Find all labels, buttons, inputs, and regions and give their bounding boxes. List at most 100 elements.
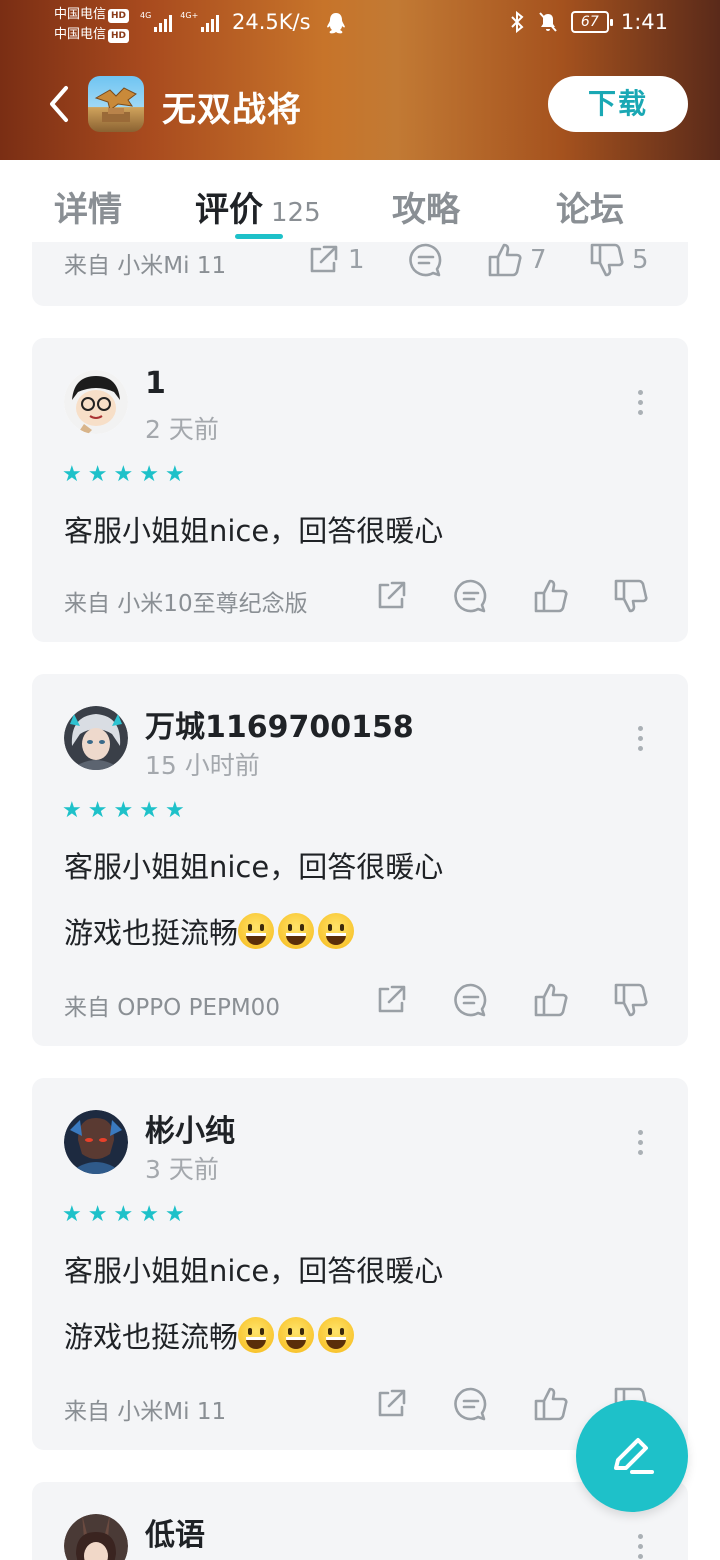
tab-details[interactable]: 详情 — [54, 182, 122, 231]
comment-button[interactable] — [407, 240, 445, 280]
write-review-button[interactable] — [576, 1400, 688, 1512]
qq-icon — [327, 13, 345, 34]
share-button[interactable] — [372, 576, 410, 616]
grinning-face-icon — [318, 1317, 355, 1353]
dislike-count: 5 — [632, 245, 649, 275]
thumbs-down-icon — [590, 243, 624, 277]
device-label: 来自 小米Mi 11 — [64, 1399, 227, 1425]
share-button[interactable]: 1 — [304, 240, 365, 280]
star-icon: ★ — [62, 462, 82, 487]
review-count: 125 — [271, 198, 321, 228]
thumbs-down-icon — [614, 983, 648, 1017]
back-arrow-icon[interactable] — [42, 82, 78, 126]
star-icon: ★ — [113, 1202, 134, 1227]
comment-button[interactable] — [452, 576, 490, 616]
network-type: 4G — [140, 11, 152, 20]
review-text: 游戏也挺流畅 — [64, 1320, 239, 1354]
more-options-icon[interactable] — [636, 390, 644, 416]
review-text: 客服小姐姐nice，回答很暖心 — [64, 850, 444, 884]
tab-reviews[interactable]: 评价 125 — [195, 182, 321, 231]
comment-icon — [454, 1387, 487, 1421]
review-actions: 1 7 5 — [310, 240, 662, 280]
thumbs-up-icon — [534, 1387, 568, 1421]
thumbs-down-icon — [614, 579, 648, 613]
avatar[interactable] — [64, 706, 128, 770]
star-icon: ★ — [113, 462, 134, 487]
signal-icon: 4G — [140, 11, 173, 32]
dislike-button[interactable] — [612, 576, 650, 616]
battery-icon: 67 — [570, 11, 613, 33]
star-icon: ★ — [139, 798, 159, 823]
review-actions — [372, 980, 662, 1020]
username[interactable]: 万城1169700158 — [145, 702, 414, 746]
star-icon: ★ — [164, 798, 185, 823]
tab-label: 评价 — [195, 190, 263, 230]
comment-icon — [454, 983, 487, 1017]
thumbs-up-icon — [488, 243, 522, 277]
like-count: 7 — [530, 245, 547, 275]
star-icon: ★ — [62, 1202, 82, 1227]
review-card: 彬小纯 3 天前 ★ ★ ★ ★ ★ 客服小姐姐nice，回答很暖心 游戏也挺流畅 来自… — [32, 1078, 688, 1450]
signal-icons: 4G 4G+ — [140, 11, 220, 32]
status-bar: 中国电信 HD 中国电信 HD 4G 4G+ 24.5K/s 67 1:41 — [0, 0, 720, 50]
tab-guides[interactable]: 攻略 — [392, 182, 460, 231]
star-icon: ★ — [164, 462, 185, 487]
avatar[interactable] — [64, 1110, 128, 1174]
share-icon — [310, 245, 338, 273]
share-icon — [378, 581, 406, 609]
comment-button[interactable] — [452, 1384, 490, 1424]
review-time: 3 天前 — [145, 1155, 219, 1184]
like-button[interactable] — [532, 980, 570, 1020]
comment-button[interactable] — [452, 980, 490, 1020]
status-right: 67 1:41 — [509, 10, 668, 34]
app-title: 无双战将 — [162, 90, 302, 130]
device-label: 来自 小米10至尊纪念版 — [64, 591, 308, 617]
pen-icon — [614, 1438, 654, 1474]
grinning-face-icon — [318, 913, 355, 949]
device-label: 来自 小米Mi 11 — [64, 253, 227, 279]
grinning-face-icon — [238, 913, 275, 949]
review-time: 15 小时前 — [145, 751, 260, 780]
review-text-line2: 游戏也挺流畅 — [64, 910, 358, 952]
like-button[interactable]: 7 — [486, 240, 547, 280]
dislike-button[interactable] — [612, 980, 650, 1020]
username[interactable]: 1 — [145, 366, 166, 401]
review-text-line2: 游戏也挺流畅 — [64, 1314, 358, 1356]
share-icon — [378, 985, 406, 1013]
more-options-icon[interactable] — [636, 726, 644, 752]
share-icon — [378, 1389, 406, 1417]
avatar[interactable] — [64, 1514, 128, 1560]
dragon-icon — [94, 87, 137, 122]
username[interactable]: 低语 — [145, 1510, 205, 1554]
tab-bar: 详情 评价 125 攻略 论坛 — [0, 160, 720, 242]
review-text: 客服小姐姐nice，回答很暖心 — [64, 1254, 444, 1288]
star-icon: ★ — [139, 1202, 159, 1227]
app-icon[interactable] — [88, 76, 144, 132]
grinning-face-icon — [278, 1317, 315, 1353]
share-button[interactable] — [372, 1384, 410, 1424]
dislike-button[interactable]: 5 — [588, 240, 649, 280]
thumbs-up-icon — [534, 983, 568, 1017]
tab-label: 详情 — [54, 190, 122, 230]
comment-icon — [454, 579, 487, 613]
hd-badge: HD — [108, 29, 130, 43]
tab-label: 论坛 — [556, 190, 624, 230]
more-options-icon[interactable] — [636, 1534, 644, 1560]
like-button[interactable] — [532, 576, 570, 616]
more-options-icon[interactable] — [636, 1130, 644, 1156]
star-rating: ★ ★ ★ ★ ★ — [62, 1204, 185, 1226]
review-time: 2 天前 — [145, 415, 219, 444]
download-button[interactable]: 下载 — [548, 76, 688, 132]
share-button[interactable] — [372, 980, 410, 1020]
tab-forum[interactable]: 论坛 — [556, 182, 624, 231]
tab-indicator — [235, 234, 283, 239]
grinning-face-icon — [238, 1317, 275, 1353]
star-icon: ★ — [113, 798, 134, 823]
like-button[interactable] — [532, 1384, 570, 1424]
carrier-info: 中国电信 HD 中国电信 HD — [54, 5, 130, 45]
signal-icon: 4G+ — [180, 12, 220, 32]
username[interactable]: 彬小纯 — [145, 1106, 235, 1150]
avatar[interactable] — [64, 370, 128, 434]
star-icon: ★ — [87, 462, 108, 487]
thumbs-up-icon — [534, 579, 568, 613]
